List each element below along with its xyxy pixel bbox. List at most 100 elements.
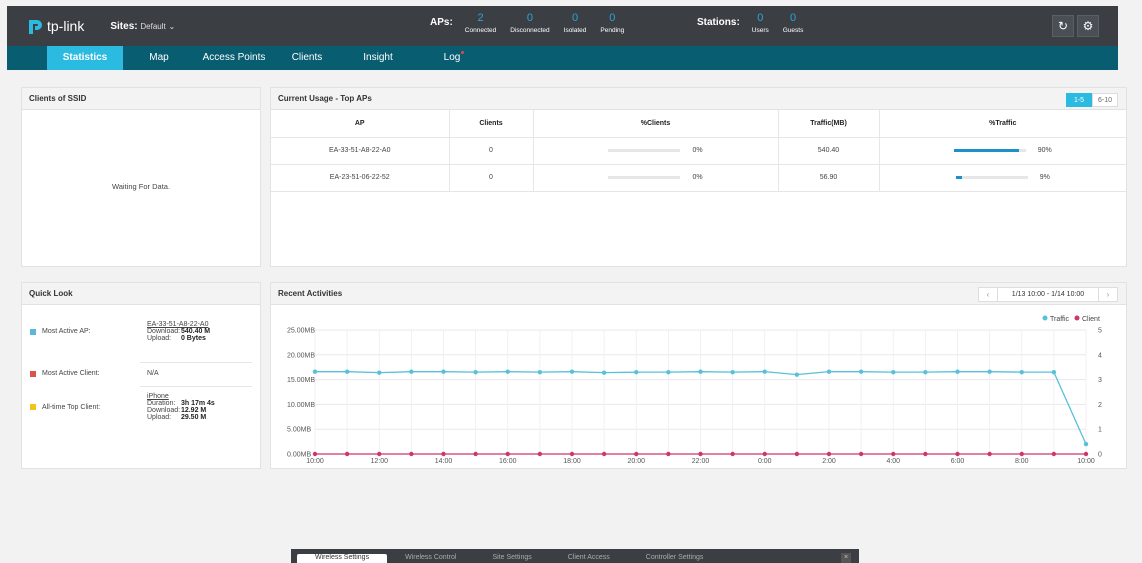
pct-traffic-value: 9% (1039, 174, 1050, 181)
prev-range-button[interactable]: ‹ (979, 288, 997, 301)
data-point-traffic (730, 369, 735, 375)
col-clients[interactable]: Clients (449, 110, 534, 138)
next-range-button[interactable]: › (1099, 288, 1117, 301)
controller-settings-tab[interactable]: Controller Settings (628, 554, 722, 563)
data-point-traffic (858, 369, 864, 374)
pct-clients-bar (608, 149, 681, 152)
stations-guests[interactable]: 0 Guests (783, 12, 804, 34)
legend-client-label[interactable]: Client (1082, 316, 1100, 323)
most-active-client-value: N/A (147, 370, 159, 377)
pct-clients-value: 0% (692, 147, 703, 154)
data-point-client (794, 451, 800, 457)
top-client-link[interactable]: iPhone (147, 393, 215, 400)
col-pct-clients[interactable]: %Clients (533, 110, 779, 138)
pct-clients-bar (608, 176, 681, 179)
x-tick-label: 14:00 (435, 458, 453, 465)
tab-access-points[interactable]: Access Points (195, 46, 273, 70)
data-point-client (344, 451, 350, 457)
data-point-client (634, 451, 639, 457)
page-6-10-button[interactable]: 6-10 (1092, 93, 1118, 107)
tab-log[interactable]: Log (415, 46, 489, 70)
most-active-ap-label: Most Active AP: (42, 328, 91, 335)
aps-stats: APs: 2 Connected 0 Disconnected 0 Isolated … (430, 12, 638, 34)
x-tick-label: 8:00 (1015, 458, 1029, 465)
most-active-ap-link[interactable]: EA-33-51-A8-22-A0 (147, 321, 210, 328)
data-point-traffic (666, 369, 671, 375)
top-client-swatch (30, 404, 36, 410)
ap-clients: 0 (449, 164, 534, 192)
y-left-tick-label: 15.00MB (287, 377, 315, 384)
aps-pending[interactable]: 0 Pending (600, 12, 624, 34)
col-traffic[interactable]: Traffic(MB) (778, 110, 880, 138)
aps-connected[interactable]: 2 Connected (465, 12, 496, 34)
tp-link-logo-icon (29, 20, 42, 34)
legend-client-marker[interactable] (1074, 315, 1080, 321)
top-aps-panel: Current Usage - Top APs 1-5 6-10 AP Clie… (270, 87, 1127, 267)
most-active-ap-swatch (30, 328, 36, 335)
data-point-traffic (312, 369, 318, 374)
most-active-client-label: Most Active Client: (42, 370, 100, 377)
clients-of-ssid-title: Clients of SSID (22, 88, 260, 110)
data-point-traffic (344, 369, 350, 374)
legend-traffic-label[interactable]: Traffic (1050, 316, 1070, 323)
close-icon[interactable]: × (841, 553, 851, 563)
table-row[interactable]: EA-23-51-06-22-52 0 0% 56.90 9% (271, 164, 1126, 192)
sites-selector[interactable]: Sites: Default ⌄ (110, 21, 175, 32)
quick-look-divider (140, 386, 252, 387)
aps-disconnected[interactable]: 0 Disconnected (510, 12, 549, 34)
bottom-settings-bar: Wireless Settings Wireless Control Site … (291, 549, 859, 563)
pct-traffic-value: 90% (1037, 147, 1052, 154)
client-access-tab[interactable]: Client Access (550, 554, 628, 563)
most-active-client-row: Most Active Client: N/A (30, 370, 252, 377)
data-point-traffic (794, 372, 800, 377)
recent-activities-panel: Recent Activities ‹ 1/13 10:00 - 1/14 10… (270, 282, 1127, 469)
quick-look-divider (140, 362, 252, 363)
pct-clients-value: 0% (692, 174, 703, 181)
data-point-traffic (377, 370, 382, 375)
x-tick-label: 12:00 (370, 458, 388, 465)
refresh-button[interactable]: ↻ (1052, 15, 1074, 37)
tab-map[interactable]: Map (123, 46, 195, 70)
logo-text: tp-link (47, 18, 85, 34)
settings-button[interactable]: ⚙ (1077, 15, 1099, 37)
legend-traffic-marker[interactable] (1042, 315, 1048, 321)
data-point-client (601, 451, 607, 457)
date-range-text[interactable]: 1/13 10:00 - 1/14 10:00 (997, 288, 1099, 301)
data-point-client (1051, 451, 1057, 457)
x-tick-label: 10:00 (1077, 458, 1095, 465)
aps-isolated[interactable]: 0 Isolated (564, 12, 587, 34)
data-point-client (473, 451, 478, 457)
tab-statistics[interactable]: Statistics (47, 46, 123, 70)
y-right-tick-label: 3 (1098, 377, 1102, 384)
table-header-row: AP Clients %Clients Traffic(MB) %Traffic (271, 110, 1126, 138)
data-point-traffic (1019, 369, 1024, 375)
tab-insight[interactable]: Insight (341, 46, 415, 70)
stations-users[interactable]: 0 Users (752, 12, 769, 34)
table-row[interactable]: EA-33-51-A8-22-A0 0 0% 540.40 90% (271, 137, 1126, 165)
tab-log-label: Log (443, 52, 461, 63)
page-1-5-button[interactable]: 1-5 (1066, 93, 1092, 107)
y-left-tick-label: 20.00MB (287, 352, 315, 359)
data-point-client (666, 451, 671, 457)
data-point-traffic (441, 369, 446, 374)
main-tabs: Statistics Map Access Points Clients Ins… (7, 46, 1118, 70)
x-tick-label: 4:00 (886, 458, 900, 465)
data-point-traffic (762, 369, 767, 374)
y-right-tick-label: 0 (1098, 452, 1102, 459)
data-point-client (955, 451, 960, 457)
col-pct-traffic[interactable]: %Traffic (879, 110, 1126, 138)
data-point-client (312, 451, 318, 457)
tp-link-logo[interactable]: tp-link (25, 16, 84, 36)
wireless-control-tab[interactable]: Wireless Control (387, 554, 474, 563)
col-ap[interactable]: AP (271, 110, 450, 138)
refresh-icon: ↻ (1057, 19, 1069, 33)
data-point-client (409, 451, 414, 457)
pct-traffic-bar (955, 176, 1028, 179)
wireless-settings-tab[interactable]: Wireless Settings (297, 554, 388, 563)
gear-icon: ⚙ (1082, 19, 1094, 33)
data-point-traffic (698, 369, 703, 374)
data-point-traffic (1083, 441, 1089, 447)
data-point-client (1083, 451, 1089, 457)
site-settings-tab[interactable]: Site Settings (474, 554, 549, 563)
tab-clients[interactable]: Clients (273, 46, 341, 70)
